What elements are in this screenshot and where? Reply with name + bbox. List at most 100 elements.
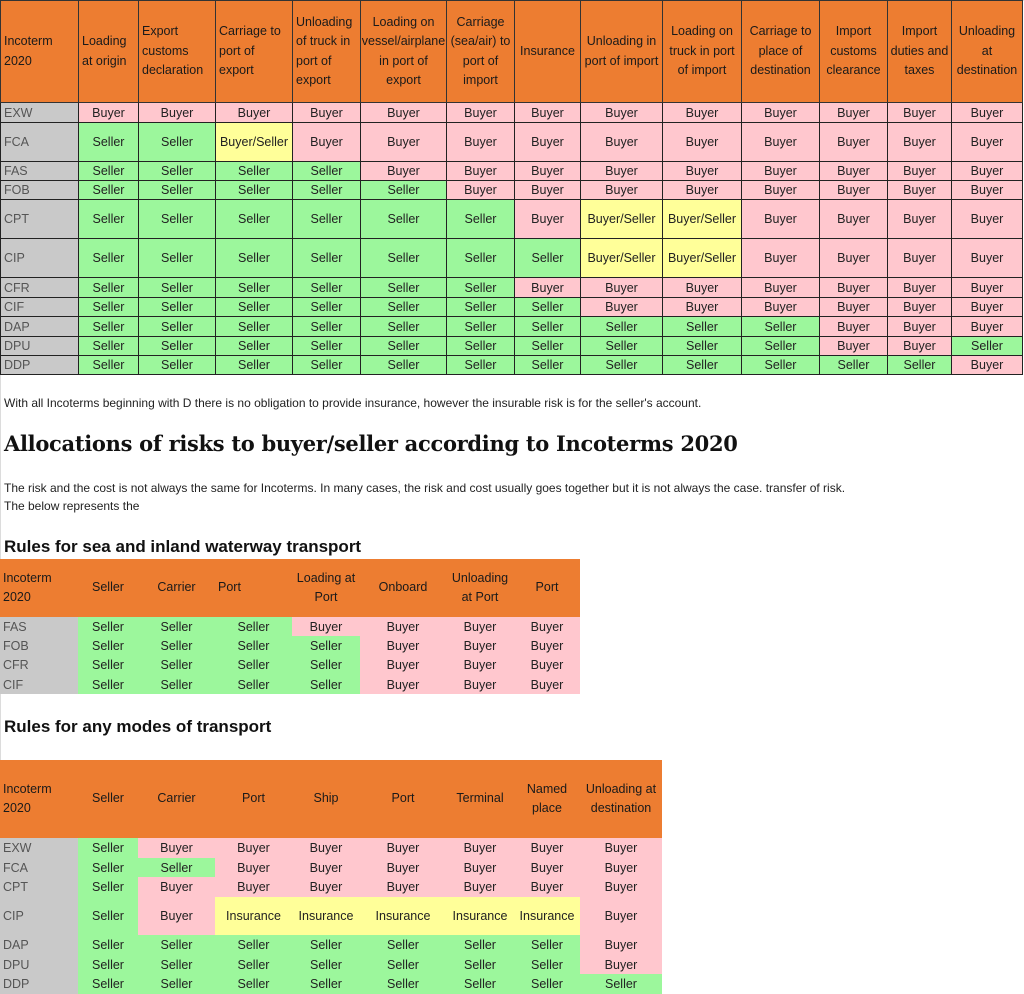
responsibility-cell[interactable]: Seller <box>138 617 215 636</box>
responsibility-cell[interactable]: Seller <box>514 316 581 337</box>
responsibility-cell[interactable]: Seller <box>887 355 952 375</box>
responsibility-cell[interactable]: Seller <box>951 336 1023 356</box>
responsibility-cell[interactable]: Seller <box>78 161 139 181</box>
responsibility-cell[interactable]: Seller <box>138 336 216 356</box>
responsibility-cell[interactable]: Seller <box>138 858 215 877</box>
responsibility-cell[interactable]: Buyer <box>662 102 742 123</box>
responsibility-cell[interactable]: Seller <box>78 238 139 278</box>
responsibility-cell[interactable]: Buyer <box>951 277 1023 298</box>
responsibility-cell[interactable]: Buyer <box>887 277 952 298</box>
responsibility-cell[interactable]: Buyer/Seller <box>580 238 663 278</box>
responsibility-cell[interactable]: Seller <box>360 974 446 994</box>
responsibility-cell[interactable]: Seller <box>292 316 361 337</box>
responsibility-cell[interactable]: Buyer <box>951 238 1023 278</box>
responsibility-cell[interactable]: Buyer/Seller <box>662 238 742 278</box>
responsibility-cell[interactable]: Seller <box>446 238 515 278</box>
responsibility-cell[interactable]: Buyer <box>215 102 293 123</box>
responsibility-cell[interactable]: Buyer <box>662 161 742 181</box>
responsibility-cell[interactable]: Buyer <box>360 617 446 636</box>
responsibility-cell[interactable]: Buyer <box>819 102 888 123</box>
responsibility-cell[interactable]: Seller <box>360 336 447 356</box>
responsibility-cell[interactable]: Buyer <box>580 102 663 123</box>
responsibility-cell[interactable]: Seller <box>78 897 138 935</box>
responsibility-cell[interactable]: Buyer <box>360 161 447 181</box>
responsibility-cell[interactable]: Seller <box>580 974 662 994</box>
responsibility-cell[interactable]: Seller <box>138 955 215 974</box>
responsibility-cell[interactable]: Buyer <box>446 838 514 858</box>
responsibility-cell[interactable]: Buyer <box>292 617 360 636</box>
responsibility-cell[interactable]: Seller <box>292 180 361 200</box>
responsibility-cell[interactable]: Buyer <box>292 102 361 123</box>
responsibility-cell[interactable]: Seller <box>292 199 361 239</box>
responsibility-cell[interactable]: Seller <box>292 974 360 994</box>
responsibility-cell[interactable]: Buyer <box>446 617 514 636</box>
responsibility-cell[interactable]: Buyer <box>580 838 662 858</box>
responsibility-cell[interactable]: Seller <box>292 277 361 298</box>
responsibility-cell[interactable]: Seller <box>138 199 216 239</box>
responsibility-cell[interactable]: Buyer <box>580 297 663 317</box>
responsibility-cell[interactable]: Seller <box>215 199 293 239</box>
responsibility-cell[interactable]: Seller <box>292 161 361 181</box>
responsibility-cell[interactable]: Buyer <box>887 180 952 200</box>
responsibility-cell[interactable]: Buyer <box>819 277 888 298</box>
responsibility-cell[interactable]: Seller <box>514 336 581 356</box>
responsibility-cell[interactable]: Buyer <box>446 636 514 655</box>
responsibility-cell[interactable]: Buyer <box>514 655 580 675</box>
responsibility-cell[interactable]: Buyer <box>951 316 1023 337</box>
responsibility-cell[interactable]: Seller <box>78 316 139 337</box>
responsibility-cell[interactable]: Seller <box>514 974 580 994</box>
responsibility-cell[interactable]: Seller <box>215 617 292 636</box>
responsibility-cell[interactable]: Seller <box>292 238 361 278</box>
responsibility-cell[interactable]: Buyer/Seller <box>662 199 742 239</box>
responsibility-cell[interactable]: Seller <box>514 955 580 974</box>
responsibility-cell[interactable]: Insurance <box>446 897 514 935</box>
responsibility-cell[interactable]: Buyer <box>514 858 580 877</box>
responsibility-cell[interactable]: Seller <box>78 636 138 655</box>
responsibility-cell[interactable]: Seller <box>78 199 139 239</box>
responsibility-cell[interactable]: Seller <box>215 355 293 375</box>
responsibility-cell[interactable]: Buyer <box>514 102 581 123</box>
responsibility-cell[interactable]: Seller <box>215 161 293 181</box>
responsibility-cell[interactable]: Buyer <box>78 102 139 123</box>
responsibility-cell[interactable]: Seller <box>78 877 138 897</box>
responsibility-cell[interactable]: Buyer <box>662 180 742 200</box>
responsibility-cell[interactable]: Buyer <box>819 122 888 162</box>
responsibility-cell[interactable]: Seller <box>360 355 447 375</box>
responsibility-cell[interactable]: Buyer <box>292 858 360 877</box>
responsibility-cell[interactable]: Seller <box>138 180 216 200</box>
responsibility-cell[interactable]: Buyer <box>741 277 820 298</box>
responsibility-cell[interactable]: Buyer <box>446 102 515 123</box>
responsibility-cell[interactable]: Buyer <box>580 161 663 181</box>
responsibility-cell[interactable]: Buyer <box>741 297 820 317</box>
responsibility-cell[interactable]: Buyer <box>741 180 820 200</box>
responsibility-cell[interactable]: Seller <box>138 935 215 955</box>
responsibility-cell[interactable]: Buyer <box>580 935 662 955</box>
responsibility-cell[interactable]: Buyer <box>514 838 580 858</box>
responsibility-cell[interactable]: Seller <box>78 655 138 675</box>
responsibility-cell[interactable]: Seller <box>819 355 888 375</box>
responsibility-cell[interactable]: Buyer <box>819 161 888 181</box>
responsibility-cell[interactable]: Seller <box>215 180 293 200</box>
responsibility-cell[interactable]: Buyer <box>580 877 662 897</box>
responsibility-cell[interactable]: Seller <box>138 316 216 337</box>
responsibility-cell[interactable]: Buyer <box>887 297 952 317</box>
responsibility-cell[interactable]: Buyer <box>741 122 820 162</box>
responsibility-cell[interactable]: Seller <box>292 336 361 356</box>
responsibility-cell[interactable]: Buyer <box>514 161 581 181</box>
responsibility-cell[interactable]: Seller <box>215 675 292 694</box>
responsibility-cell[interactable]: Buyer <box>741 161 820 181</box>
responsibility-cell[interactable]: Seller <box>78 838 138 858</box>
responsibility-cell[interactable]: Buyer <box>138 897 215 935</box>
responsibility-cell[interactable]: Buyer <box>887 161 952 181</box>
responsibility-cell[interactable]: Seller <box>580 316 663 337</box>
responsibility-cell[interactable]: Buyer <box>514 180 581 200</box>
responsibility-cell[interactable]: Buyer <box>514 122 581 162</box>
responsibility-cell[interactable]: Seller <box>360 316 447 337</box>
responsibility-cell[interactable]: Seller <box>580 336 663 356</box>
responsibility-cell[interactable]: Buyer <box>360 636 446 655</box>
responsibility-cell[interactable]: Seller <box>215 955 292 974</box>
responsibility-cell[interactable]: Buyer <box>215 858 292 877</box>
responsibility-cell[interactable]: Seller <box>446 277 515 298</box>
responsibility-cell[interactable]: Buyer <box>951 199 1023 239</box>
responsibility-cell[interactable]: Buyer <box>887 122 952 162</box>
